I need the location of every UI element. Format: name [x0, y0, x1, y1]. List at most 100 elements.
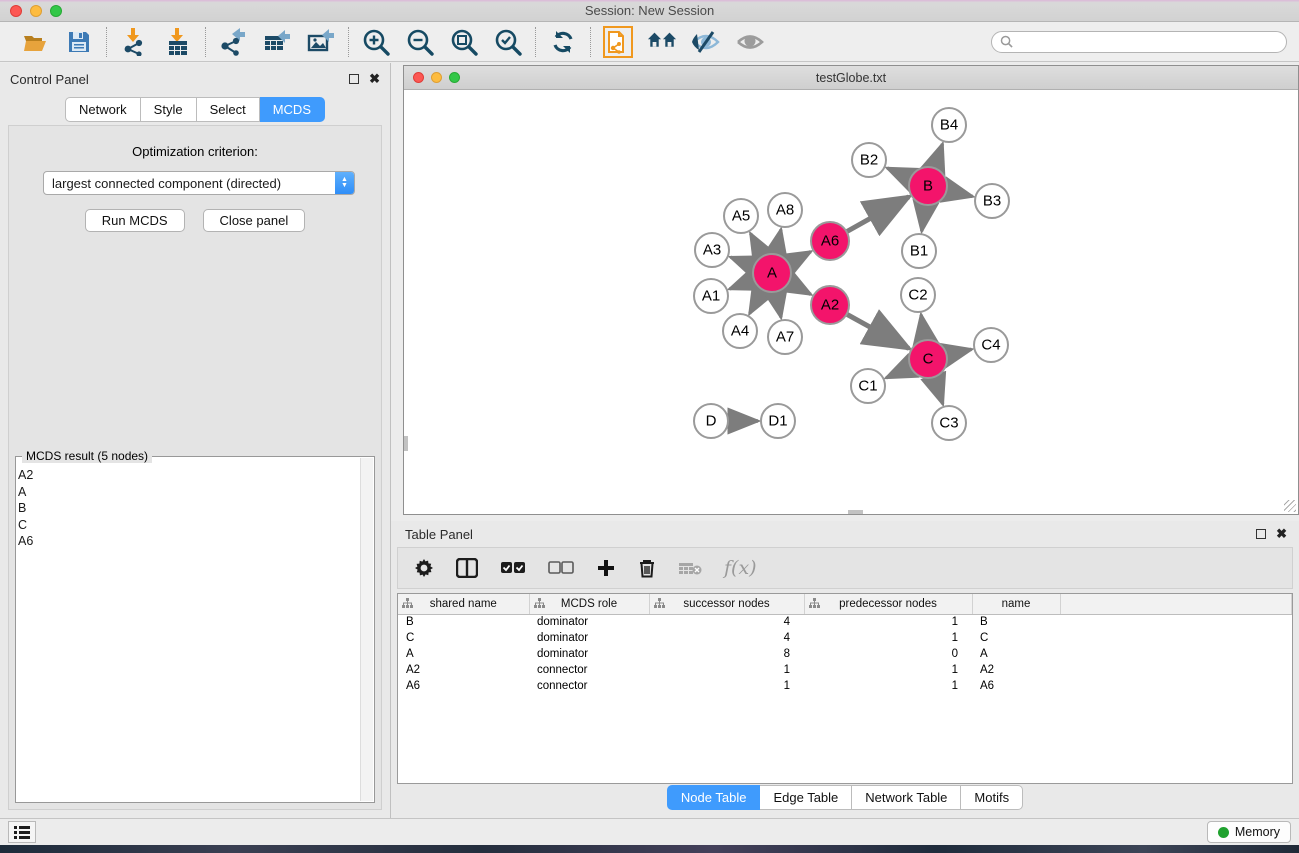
select-all-icon[interactable]: [500, 561, 526, 575]
criterion-select[interactable]: largest connected component (directed) ▲…: [43, 171, 355, 195]
zoom-fit-icon[interactable]: [449, 27, 479, 57]
table-cell[interactable]: 1: [804, 662, 972, 678]
table-close-panel-icon[interactable]: ✖: [1276, 529, 1287, 539]
horizontal-scrollbar[interactable]: [848, 510, 863, 514]
table-cell[interactable]: connector: [529, 662, 649, 678]
graph-node-label-C2: C2: [908, 287, 927, 304]
graph-node-label-D: D: [706, 413, 717, 430]
table-cell[interactable]: 8: [649, 646, 804, 662]
table-cell[interactable]: dominator: [529, 614, 649, 630]
table-cell[interactable]: 0: [804, 646, 972, 662]
graph-node-label-C4: C4: [981, 337, 1000, 354]
memory-label: Memory: [1235, 825, 1280, 839]
delete-icon[interactable]: [638, 558, 656, 578]
import-table-icon[interactable]: [163, 27, 193, 57]
mcds-result-item[interactable]: C: [18, 517, 360, 534]
tab-edge-table[interactable]: Edge Table: [760, 785, 852, 810]
import-network-icon[interactable]: [119, 27, 149, 57]
column-header-name[interactable]: name: [972, 594, 1060, 614]
tab-motifs[interactable]: Motifs: [961, 785, 1023, 810]
table-cell[interactable]: 1: [804, 678, 972, 694]
table-cell[interactable]: dominator: [529, 630, 649, 646]
zoom-out-icon[interactable]: [405, 27, 435, 57]
export-table-icon[interactable]: [262, 27, 292, 57]
hide-selected-icon[interactable]: [691, 27, 721, 57]
refresh-icon[interactable]: [548, 27, 578, 57]
column-header-MCDS-role[interactable]: MCDS role: [529, 594, 649, 614]
tab-style[interactable]: Style: [141, 97, 197, 122]
mcds-result-item[interactable]: A6: [18, 533, 360, 550]
run-mcds-button[interactable]: Run MCDS: [85, 209, 185, 232]
tab-network-table[interactable]: Network Table: [852, 785, 961, 810]
result-scrollbar[interactable]: [360, 458, 373, 801]
table-cell[interactable]: B: [972, 614, 1060, 630]
table-cell[interactable]: A6: [398, 678, 529, 694]
mcds-result-item[interactable]: B: [18, 500, 360, 517]
table-cell[interactable]: 1: [649, 662, 804, 678]
show-task-history-button[interactable]: [8, 821, 36, 843]
add-column-icon[interactable]: [596, 558, 616, 578]
resize-grip[interactable]: [1284, 500, 1296, 512]
table-cell[interactable]: [1060, 662, 1292, 678]
table-cell[interactable]: A: [398, 646, 529, 662]
table-cell[interactable]: [1060, 678, 1292, 694]
search-box[interactable]: [991, 31, 1287, 53]
mcds-result-item[interactable]: A2: [18, 467, 360, 484]
table-cell[interactable]: [1060, 630, 1292, 646]
close-panel-button[interactable]: Close panel: [203, 209, 306, 232]
split-view-icon[interactable]: [456, 558, 478, 578]
deselect-all-icon[interactable]: [548, 561, 574, 575]
tab-node-table[interactable]: Node Table: [667, 785, 761, 810]
tab-network[interactable]: Network: [65, 97, 141, 122]
mcds-result-item[interactable]: A: [18, 484, 360, 501]
column-header-filler: [1060, 594, 1292, 614]
table-cell[interactable]: 4: [649, 630, 804, 646]
table-float-panel-icon[interactable]: [1256, 529, 1266, 539]
show-all-icon[interactable]: [735, 27, 765, 57]
gear-icon[interactable]: [414, 558, 434, 578]
save-session-icon[interactable]: [64, 27, 94, 57]
tab-select[interactable]: Select: [197, 97, 260, 122]
open-file-icon[interactable]: [20, 27, 50, 57]
table-row[interactable]: A2connector11A2: [398, 662, 1292, 678]
table-cell[interactable]: A6: [972, 678, 1060, 694]
table-cell[interactable]: connector: [529, 678, 649, 694]
mcds-result-list[interactable]: A2ABCA6: [18, 467, 360, 800]
table-cell[interactable]: [1060, 614, 1292, 630]
table-row[interactable]: Bdominator41B: [398, 614, 1292, 630]
control-panel-tabs: NetworkStyleSelectMCDS: [0, 97, 390, 122]
tab-mcds[interactable]: MCDS: [260, 97, 325, 122]
table-cell[interactable]: [1060, 646, 1292, 662]
vertical-scrollbar[interactable]: [404, 436, 408, 451]
export-image-icon[interactable]: [306, 27, 336, 57]
delete-table-icon: [678, 560, 702, 576]
table-row[interactable]: Cdominator41C: [398, 630, 1292, 646]
table-cell[interactable]: A2: [972, 662, 1060, 678]
export-network-icon[interactable]: [218, 27, 248, 57]
column-header-predecessor-nodes[interactable]: predecessor nodes: [804, 594, 972, 614]
table-cell[interactable]: C: [972, 630, 1060, 646]
first-neighbors-icon[interactable]: [647, 27, 677, 57]
table-cell[interactable]: B: [398, 614, 529, 630]
table-cell[interactable]: 1: [804, 614, 972, 630]
graph-node-label-D1: D1: [768, 413, 787, 430]
network-canvas[interactable]: AA1A3A5A8A4A7A6A2BB2B4B3B1CC2C4C1C3DD1: [404, 91, 1298, 514]
memory-button[interactable]: Memory: [1207, 821, 1291, 843]
zoom-in-icon[interactable]: [361, 27, 391, 57]
table-cell[interactable]: C: [398, 630, 529, 646]
new-network-from-selection-icon[interactable]: [603, 27, 633, 57]
table-cell[interactable]: A: [972, 646, 1060, 662]
table-cell[interactable]: dominator: [529, 646, 649, 662]
table-row[interactable]: Adominator80A: [398, 646, 1292, 662]
close-panel-icon[interactable]: ✖: [369, 74, 380, 84]
table-cell[interactable]: 4: [649, 614, 804, 630]
table-cell[interactable]: 1: [649, 678, 804, 694]
table-cell[interactable]: A2: [398, 662, 529, 678]
zoom-selected-icon[interactable]: [493, 27, 523, 57]
column-header-successor-nodes[interactable]: successor nodes: [649, 594, 804, 614]
table-row[interactable]: A6connector11A6: [398, 678, 1292, 694]
search-input[interactable]: [1018, 35, 1278, 49]
column-header-shared-name[interactable]: shared name: [398, 594, 529, 614]
float-panel-icon[interactable]: [349, 74, 359, 84]
table-cell[interactable]: 1: [804, 630, 972, 646]
